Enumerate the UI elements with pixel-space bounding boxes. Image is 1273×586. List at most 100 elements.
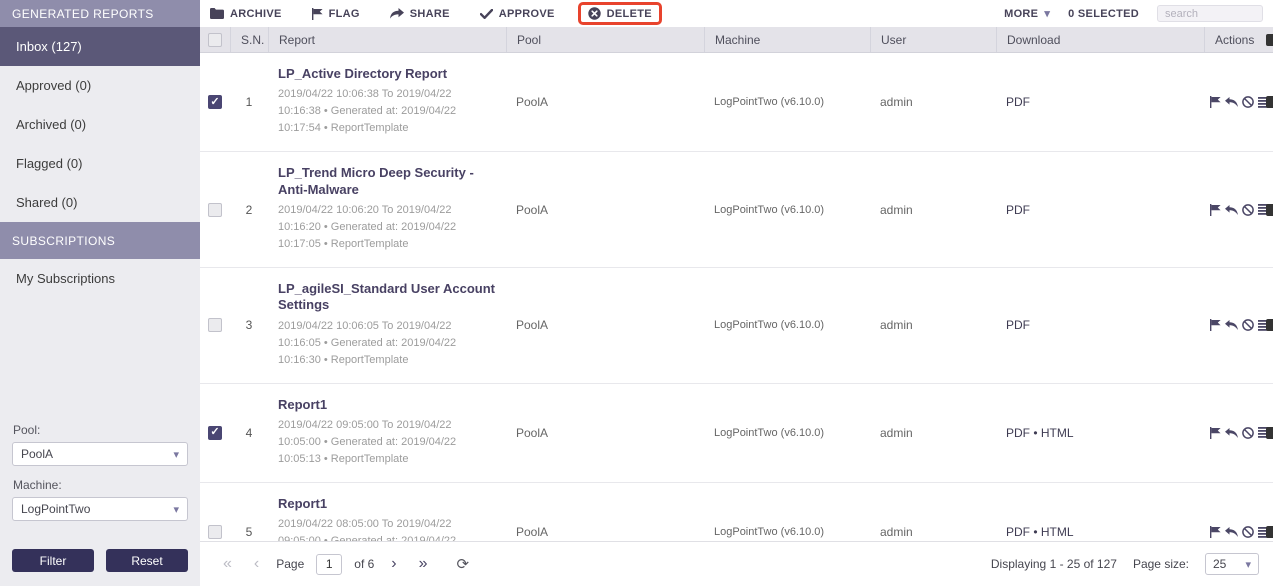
report-title[interactable]: LP_Trend Micro Deep Security - Anti-Malw… bbox=[278, 165, 496, 198]
row-checkbox[interactable] bbox=[208, 525, 222, 540]
row-unshare-icon[interactable] bbox=[1225, 427, 1238, 438]
row-machine: LogPointTwo (v6.10.0) bbox=[714, 319, 825, 332]
column-header-pool[interactable]: Pool bbox=[506, 27, 704, 52]
delete-button[interactable]: DELETE bbox=[587, 7, 652, 20]
row-cancel-icon[interactable] bbox=[1242, 526, 1254, 539]
flag-button[interactable]: FLAG bbox=[311, 7, 360, 20]
share-button[interactable]: SHARE bbox=[389, 8, 450, 20]
chevron-down-icon: ▾ bbox=[1245, 558, 1251, 571]
report-details: 2019/04/22 10:06:20 To 2019/04/22 10:16:… bbox=[278, 203, 457, 250]
row-flag-icon[interactable] bbox=[1210, 526, 1221, 539]
row-machine: LogPointTwo (v6.10.0) bbox=[714, 203, 825, 216]
more-button[interactable]: MORE ▾ bbox=[1004, 7, 1050, 21]
row-cancel-icon[interactable] bbox=[1242, 203, 1254, 216]
row-flag-icon[interactable] bbox=[1210, 96, 1221, 109]
report-title[interactable]: Report1 bbox=[278, 397, 496, 413]
share-icon bbox=[389, 8, 404, 19]
sidebar-item-flagged[interactable]: Flagged (0) bbox=[0, 144, 200, 183]
row-checkbox[interactable] bbox=[208, 425, 222, 440]
select-all-checkbox[interactable] bbox=[208, 32, 222, 47]
approve-button[interactable]: APPROVE bbox=[479, 8, 555, 20]
column-header-actions: Actions bbox=[1204, 27, 1273, 52]
last-page-button[interactable]: » bbox=[410, 556, 437, 572]
download-links[interactable]: PDF bbox=[996, 318, 1204, 332]
pool-select[interactable]: PoolA ▾ bbox=[12, 442, 188, 466]
selected-count: 0 SELECTED bbox=[1068, 7, 1139, 20]
row-unshare-icon[interactable] bbox=[1225, 97, 1238, 108]
app-window: GENERATED REPORTS Inbox (127) Approved (… bbox=[0, 0, 1273, 586]
row-user: admin bbox=[880, 318, 913, 333]
sidebar-section-subscriptions: SUBSCRIPTIONS bbox=[0, 222, 200, 259]
machine-select[interactable]: LogPointTwo ▾ bbox=[12, 497, 188, 521]
report-title[interactable]: LP_agileSI_Standard User Account Setting… bbox=[278, 281, 496, 314]
row-checkbox[interactable] bbox=[208, 95, 222, 110]
download-links[interactable]: PDF • HTML bbox=[996, 426, 1204, 440]
row-pool: PoolA bbox=[516, 525, 549, 540]
download-links[interactable]: PDF • HTML bbox=[996, 525, 1204, 539]
row-serial-number: 2 bbox=[245, 202, 253, 217]
download-links[interactable]: PDF bbox=[996, 95, 1204, 109]
report-list: 1 LP_Active Directory Report 2019/04/22 … bbox=[200, 53, 1273, 541]
download-links[interactable]: PDF bbox=[996, 203, 1204, 217]
row-user: admin bbox=[880, 202, 913, 217]
circle-x-icon bbox=[587, 7, 601, 20]
chevron-down-icon: ▾ bbox=[173, 448, 179, 461]
column-header-report[interactable]: Report bbox=[268, 27, 506, 52]
column-header-machine[interactable]: Machine bbox=[704, 27, 870, 52]
row-pool: PoolA bbox=[516, 425, 549, 440]
row-unshare-icon[interactable] bbox=[1225, 320, 1238, 331]
row-cancel-icon[interactable] bbox=[1242, 96, 1254, 109]
prev-page-button[interactable]: ‹ bbox=[245, 556, 268, 572]
refresh-icon[interactable]: ⟳ bbox=[457, 555, 470, 573]
sidebar-item-my-subscriptions[interactable]: My Subscriptions bbox=[0, 259, 200, 298]
row-pool: PoolA bbox=[516, 318, 549, 333]
filter-button[interactable]: Filter bbox=[12, 549, 94, 572]
row-unshare-icon[interactable] bbox=[1225, 204, 1238, 215]
page-size-select[interactable]: 25 ▾ bbox=[1205, 553, 1259, 575]
column-header-sn[interactable]: S.N. bbox=[230, 27, 268, 52]
report-details: 2019/04/22 10:06:38 To 2019/04/22 10:16:… bbox=[278, 88, 457, 135]
row-checkbox[interactable] bbox=[208, 202, 222, 217]
sidebar-item-inbox[interactable]: Inbox (127) bbox=[0, 27, 200, 66]
report-details: 2019/04/22 09:05:00 To 2019/04/22 10:05:… bbox=[278, 418, 457, 466]
sidebar-item-archived[interactable]: Archived (0) bbox=[0, 105, 200, 144]
reset-button[interactable]: Reset bbox=[106, 549, 188, 572]
search-input[interactable] bbox=[1157, 5, 1263, 22]
row-user: admin bbox=[880, 525, 913, 540]
row-unshare-icon[interactable] bbox=[1225, 527, 1238, 538]
report-title[interactable]: Report1 bbox=[278, 496, 496, 512]
page-of-label: of 6 bbox=[354, 557, 375, 571]
page-number-input[interactable] bbox=[316, 553, 343, 575]
pool-select-value: PoolA bbox=[21, 447, 54, 461]
first-page-button[interactable]: « bbox=[214, 556, 241, 572]
column-header-user[interactable]: User bbox=[870, 27, 996, 52]
column-header-download[interactable]: Download bbox=[996, 27, 1204, 52]
report-title[interactable]: LP_Active Directory Report bbox=[278, 66, 496, 82]
report-details: 2019/04/22 10:06:05 To 2019/04/22 10:16:… bbox=[278, 319, 457, 366]
folder-icon bbox=[210, 8, 224, 19]
archive-button[interactable]: ARCHIVE bbox=[210, 8, 282, 20]
sidebar-item-approved[interactable]: Approved (0) bbox=[0, 66, 200, 105]
next-page-button[interactable]: › bbox=[382, 556, 405, 572]
toolbar: ARCHIVE FLAG SHARE APPROVE DELETE MORE ▾… bbox=[200, 0, 1273, 27]
row-cancel-icon[interactable] bbox=[1242, 319, 1254, 332]
more-label: MORE bbox=[1004, 7, 1039, 20]
row-flag-icon[interactable] bbox=[1210, 319, 1221, 332]
row-cancel-icon[interactable] bbox=[1242, 427, 1254, 439]
row-flag-icon[interactable] bbox=[1210, 203, 1221, 216]
sidebar: GENERATED REPORTS Inbox (127) Approved (… bbox=[0, 0, 200, 586]
row-serial-number: 5 bbox=[245, 525, 253, 540]
check-icon bbox=[479, 8, 493, 19]
row-serial-number: 1 bbox=[245, 95, 253, 110]
delete-label: DELETE bbox=[606, 7, 652, 20]
row-flag-icon[interactable] bbox=[1210, 426, 1221, 439]
page-label: Page bbox=[276, 557, 305, 571]
sidebar-item-shared[interactable]: Shared (0) bbox=[0, 183, 200, 222]
table-row: 1 LP_Active Directory Report 2019/04/22 … bbox=[200, 53, 1273, 153]
row-checkbox[interactable] bbox=[208, 318, 222, 333]
machine-select-value: LogPointTwo bbox=[21, 502, 91, 516]
flag-icon bbox=[311, 7, 323, 20]
sidebar-section-generated-reports: GENERATED REPORTS bbox=[0, 0, 200, 27]
table-row: 5 Report1 2019/04/22 08:05:00 To 2019/04… bbox=[200, 483, 1273, 541]
row-machine: LogPointTwo (v6.10.0) bbox=[714, 526, 825, 539]
